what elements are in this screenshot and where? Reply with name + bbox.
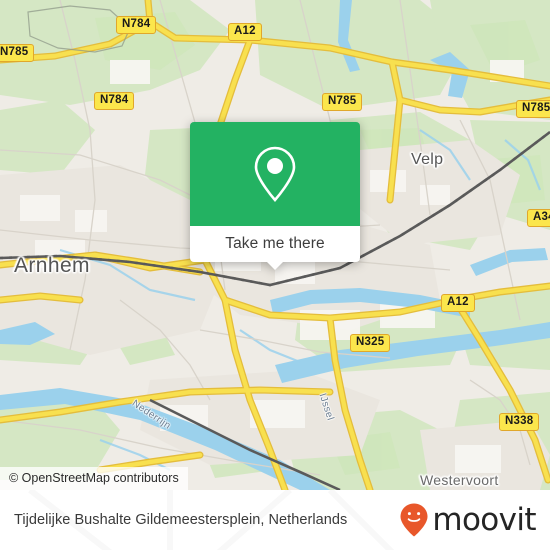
map-pin-icon (254, 146, 296, 202)
road-shield[interactable]: A34 (527, 209, 550, 227)
footer-bar: Tijdelijke Bushalte Gildemeestersplein, … (0, 490, 550, 550)
road-shield[interactable]: N784 (94, 92, 135, 110)
screenshot-root: N784 A12 N785 N784 N785 N785 A34 A12 N32… (0, 0, 550, 550)
road-shield[interactable]: A12 (228, 23, 262, 41)
moovit-wordmark: moovit (432, 501, 536, 538)
popup-action-bar[interactable]: Take me there (190, 226, 360, 262)
road-shield[interactable]: N338 (499, 413, 540, 431)
road-shield[interactable]: N785 (516, 100, 550, 118)
road-shield[interactable]: N784 (116, 16, 157, 34)
location-popup-card[interactable]: Take me there (190, 122, 360, 270)
popup-image-area (190, 122, 360, 226)
place-label-velp: Velp (411, 151, 444, 168)
location-title: Tijdelijke Bushalte Gildemeestersplein, … (14, 512, 348, 528)
road-shield[interactable]: N785 (0, 44, 35, 62)
map-canvas[interactable]: N784 A12 N785 N784 N785 N785 A34 A12 N32… (0, 0, 550, 490)
place-label-arnhem: Arnhem (14, 254, 90, 277)
moovit-smiley-pin-icon (400, 503, 428, 537)
osm-attribution[interactable]: © OpenStreetMap contributors (0, 467, 188, 490)
road-shield[interactable]: N325 (350, 334, 391, 352)
road-shield[interactable]: N785 (322, 93, 363, 111)
place-label-westervoort: Westervoort (420, 472, 499, 488)
take-me-there-label: Take me there (225, 235, 325, 252)
popup-pointer-tail (267, 262, 283, 270)
road-shield[interactable]: A12 (441, 294, 475, 312)
moovit-logo[interactable]: moovit (399, 501, 537, 538)
